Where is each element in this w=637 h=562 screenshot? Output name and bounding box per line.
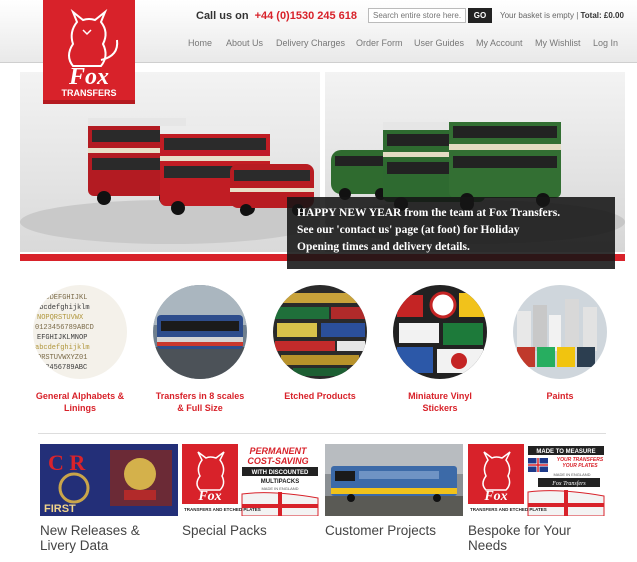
svg-text:Fox: Fox [483,489,507,504]
basket-text: Your basket is empty | [500,11,579,20]
promo-bespoke[interactable]: Fox MADE TO MEASURE YOUR TRANSFERS YOUR … [468,444,606,553]
search-input[interactable] [368,8,466,23]
alphabets-image: ABCDEFGHIJKL abcdefghijklm NOPQRSTUVWX 0… [33,285,127,379]
svg-text:C R: C R [48,450,86,475]
svg-text:ABCDEFGHIJKL: ABCDEFGHIJKL [37,294,87,302]
train-image [153,285,247,379]
svg-text:MULTIPACKS: MULTIPACKS [261,479,299,485]
svg-text:abcdefghijklm: abcdefghijklm [35,304,90,312]
svg-text:YOUR PLATES: YOUR PLATES [562,463,598,469]
nav-home[interactable]: Home [188,38,212,48]
category-label: Transfers in 8 scales & Full Size [155,391,245,413]
svg-text:TRANSFERS AND ETCHED PLATES: TRANSFERS AND ETCHED PLATES [470,507,547,512]
svg-text:PERMANENT: PERMANENT [249,446,308,456]
etched-image [273,285,367,379]
category-general-alphabets[interactable]: ABCDEFGHIJKL abcdefghijklm NOPQRSTUVWX 0… [30,285,130,413]
nav-my-account[interactable]: My Account [476,38,523,48]
call-label: Call us on [196,10,249,22]
svg-text:NOPQRSTUVWX: NOPQRSTUVWX [37,314,84,322]
svg-text:TRANSFERS AND ETCHED PLATES: TRANSFERS AND ETCHED PLATES [184,507,261,512]
svg-text:EFGHIJKLMNOP: EFGHIJKLMNOP [37,334,87,342]
promo-title: Bespoke for Your Needs [468,523,571,553]
call-us: Call us on +44 (0)1530 245 618 [196,10,357,22]
logo-subtitle: TRANSFERS [61,88,116,98]
category-paints[interactable]: Paints [510,285,610,401]
category-label: Etched Products [284,391,356,401]
promo-title: Special Packs [182,523,267,538]
new-releases-image: C R FIRST [40,444,178,516]
phone-number[interactable]: +44 (0)1530 245 618 [255,10,357,22]
category-label: General Alphabets & Linings [35,391,125,413]
section-divider [38,433,606,434]
nav-order-form[interactable]: Order Form [356,38,403,48]
nav-user-guides[interactable]: User Guides [414,38,464,48]
svg-text:QRSTUVWXYZ01: QRSTUVWXYZ01 [37,354,87,362]
category-etched-products[interactable]: Etched Products [270,285,370,401]
promo-title: New Releases & Livery Data [40,523,140,553]
svg-text:0123456789ABCD: 0123456789ABCD [35,324,94,332]
promo-new-releases[interactable]: C R FIRST New Releases & Livery Data [40,444,178,553]
nav-delivery-charges[interactable]: Delivery Charges [276,38,345,48]
logo-text: Fox [68,64,109,90]
category-label: Paints [546,391,574,401]
svg-text:23456789ABC: 23456789ABC [41,364,87,372]
search-go-button[interactable]: GO [468,8,492,23]
svg-text:abcdefghijklm: abcdefghijklm [35,344,90,352]
special-packs-image: Fox PERMANENT COST-SAVING WITH DISCOUNTE… [182,444,320,516]
svg-text:MADE IN ENGLAND: MADE IN ENGLAND [553,472,590,477]
nav-my-wishlist[interactable]: My Wishlist [535,38,581,48]
svg-text:WITH DISCOUNTED: WITH DISCOUNTED [252,470,309,476]
promo-customer-projects[interactable]: Customer Projects [325,444,463,538]
hero-caption[interactable]: HAPPY NEW YEAR from the team at Fox Tran… [287,197,615,269]
category-vinyl-stickers[interactable]: Miniature Vinyl Stickers [390,285,490,413]
promo-special-packs[interactable]: Fox PERMANENT COST-SAVING WITH DISCOUNTE… [182,444,320,538]
svg-text:FIRST: FIRST [44,503,76,515]
nav-about-us[interactable]: About Us [226,38,263,48]
category-transfers-scales[interactable]: Transfers in 8 scales & Full Size [150,285,250,413]
basket-total: Total: £0.00 [580,11,624,20]
svg-text:MADE TO MEASURE: MADE TO MEASURE [536,449,595,455]
svg-text:Fox: Fox [197,489,221,504]
svg-text:Fox Transfers: Fox Transfers [551,480,586,487]
caption-line-2: See our 'contact us' page (at foot) for … [297,224,520,236]
customer-projects-image [325,444,463,516]
nav-log-in[interactable]: Log In [593,38,618,48]
svg-text:COST-SAVING: COST-SAVING [247,456,308,466]
stickers-image [393,285,487,379]
basket-status[interactable]: Your basket is empty | Total: £0.00 [500,11,624,20]
bespoke-image: Fox MADE TO MEASURE YOUR TRANSFERS YOUR … [468,444,606,516]
fox-transfers-logo[interactable]: Fox TRANSFERS [43,0,135,104]
paints-image [513,285,607,379]
caption-line-1: HAPPY NEW YEAR from the team at Fox Tran… [297,207,561,219]
caption-line-3: Opening times and delivery details. [297,241,470,253]
promo-title: Customer Projects [325,523,437,538]
svg-text:MADE IN ENGLAND: MADE IN ENGLAND [261,486,298,491]
category-label: Miniature Vinyl Stickers [408,391,472,413]
